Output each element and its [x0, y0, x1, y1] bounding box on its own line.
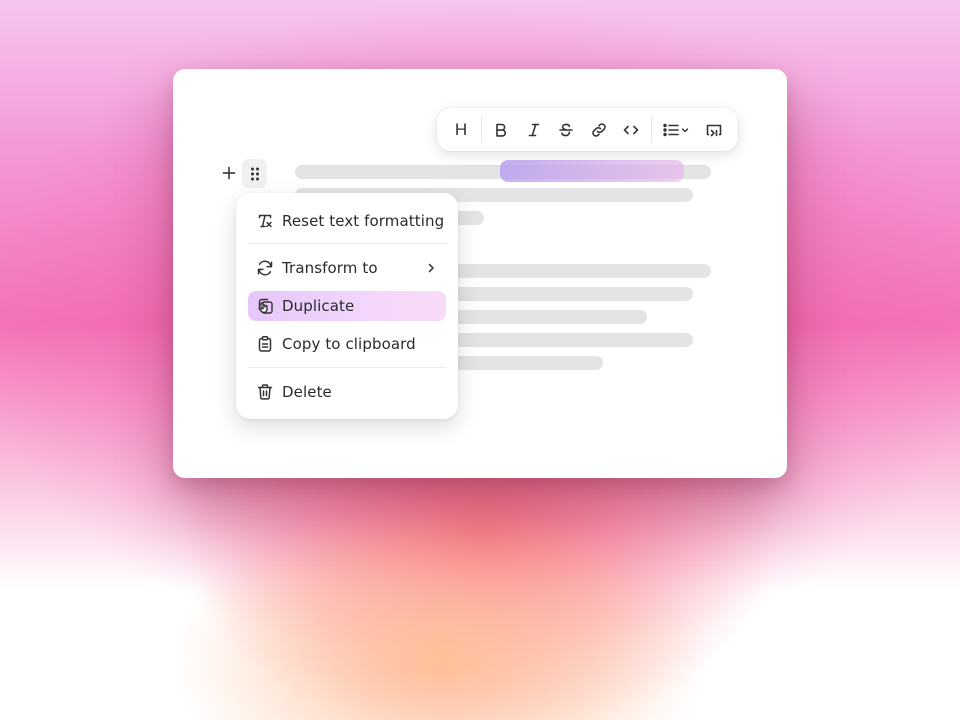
- duplicate-icon: [248, 291, 282, 321]
- drag-handle[interactable]: [242, 159, 267, 188]
- strikethrough-icon: [559, 123, 573, 136]
- block-button[interactable]: [701, 116, 727, 143]
- drag-handle-icon: [250, 167, 259, 180]
- bold-button[interactable]: [489, 116, 513, 143]
- text-line: [440, 333, 693, 347]
- code-icon: [623, 125, 639, 134]
- plus-icon: [222, 166, 236, 180]
- link-button[interactable]: [587, 116, 611, 143]
- menu-item-label: Delete: [282, 383, 332, 401]
- text-line: [440, 310, 647, 324]
- toolbar-divider: [651, 116, 652, 143]
- menu-item-label: Copy to clipboard: [282, 335, 416, 353]
- block-icon: [706, 124, 722, 136]
- list-dropdown-button[interactable]: [661, 116, 693, 143]
- text-line: [440, 356, 603, 370]
- clear-formatting-icon: [248, 206, 282, 236]
- italic-icon: [528, 123, 540, 136]
- chevron-right-icon: [428, 263, 434, 273]
- transform-icon: [248, 253, 282, 283]
- bold-icon: [496, 123, 507, 137]
- menu-item-duplicate[interactable]: Duplicate: [248, 291, 446, 321]
- code-button[interactable]: [619, 116, 643, 143]
- text-line: [440, 287, 693, 301]
- heading-icon: H: [454, 119, 468, 139]
- strikethrough-button[interactable]: [554, 116, 578, 143]
- menu-item-transform-to[interactable]: Transform to: [248, 253, 446, 283]
- trash-icon: [248, 377, 282, 407]
- menu-item-delete[interactable]: Delete: [248, 377, 446, 407]
- menu-divider: [248, 243, 446, 244]
- add-block-button[interactable]: [219, 163, 239, 183]
- bullet-list-icon: [663, 123, 689, 136]
- text-selection: [500, 160, 684, 182]
- link-icon: [592, 122, 606, 137]
- formatting-toolbar: H: [437, 108, 738, 151]
- menu-item-label: Duplicate: [282, 297, 355, 315]
- heading-button[interactable]: H: [449, 116, 473, 143]
- block-context-menu: Reset text formatting Transform to Dupli…: [236, 193, 458, 419]
- italic-button[interactable]: [522, 116, 546, 143]
- menu-item-label: Transform to: [282, 259, 378, 277]
- menu-item-reset-formatting[interactable]: Reset text formatting: [248, 206, 446, 236]
- menu-item-copy-to-clipboard[interactable]: Copy to clipboard: [248, 329, 446, 359]
- text-line: [440, 264, 711, 278]
- menu-divider: [248, 367, 446, 368]
- menu-item-label: Reset text formatting: [282, 212, 445, 230]
- clipboard-icon: [248, 329, 282, 359]
- toolbar-divider: [481, 116, 482, 143]
